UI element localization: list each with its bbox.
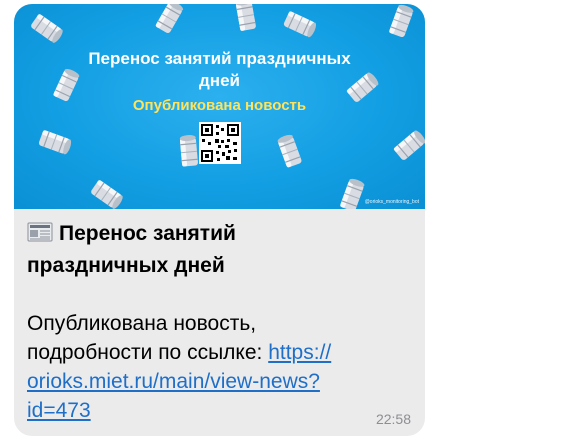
banner-title-line1: Перенос занятий праздничных	[88, 49, 351, 68]
message-title-line2: праздничных дней	[27, 254, 225, 277]
message-body-line2: подробности по ссылке: https://	[27, 338, 387, 367]
message-text: Перенос занятий праздничных дней Опублик…	[27, 219, 387, 425]
message-body-prefix: подробности по ссылке:	[27, 341, 269, 364]
message-bubble: Перенос занятий праздничных дней Опублик…	[14, 4, 425, 436]
banner-title-line2: дней	[199, 71, 240, 90]
bot-handle: @orioks_monitoring_bot	[364, 199, 419, 205]
banner-subtitle: Опубликована новость	[132, 97, 307, 114]
news-link-part1[interactable]: https://	[268, 341, 331, 364]
message-timestamp: 22:58	[375, 411, 411, 427]
newspaper-icon	[27, 221, 53, 251]
message-body-line1: Опубликована новость,	[27, 312, 257, 335]
message-title-line1: Перенос занятий	[27, 219, 387, 251]
news-link-part3[interactable]: id=473	[27, 399, 91, 422]
message-title-text-1: Перенос занятий	[59, 222, 236, 245]
news-link-part2[interactable]: orioks.miet.ru/main/view-news?	[27, 370, 320, 393]
message-image[interactable]: Перенос занятий праздничных дней Опублик…	[14, 4, 425, 209]
qr-code	[199, 122, 241, 164]
